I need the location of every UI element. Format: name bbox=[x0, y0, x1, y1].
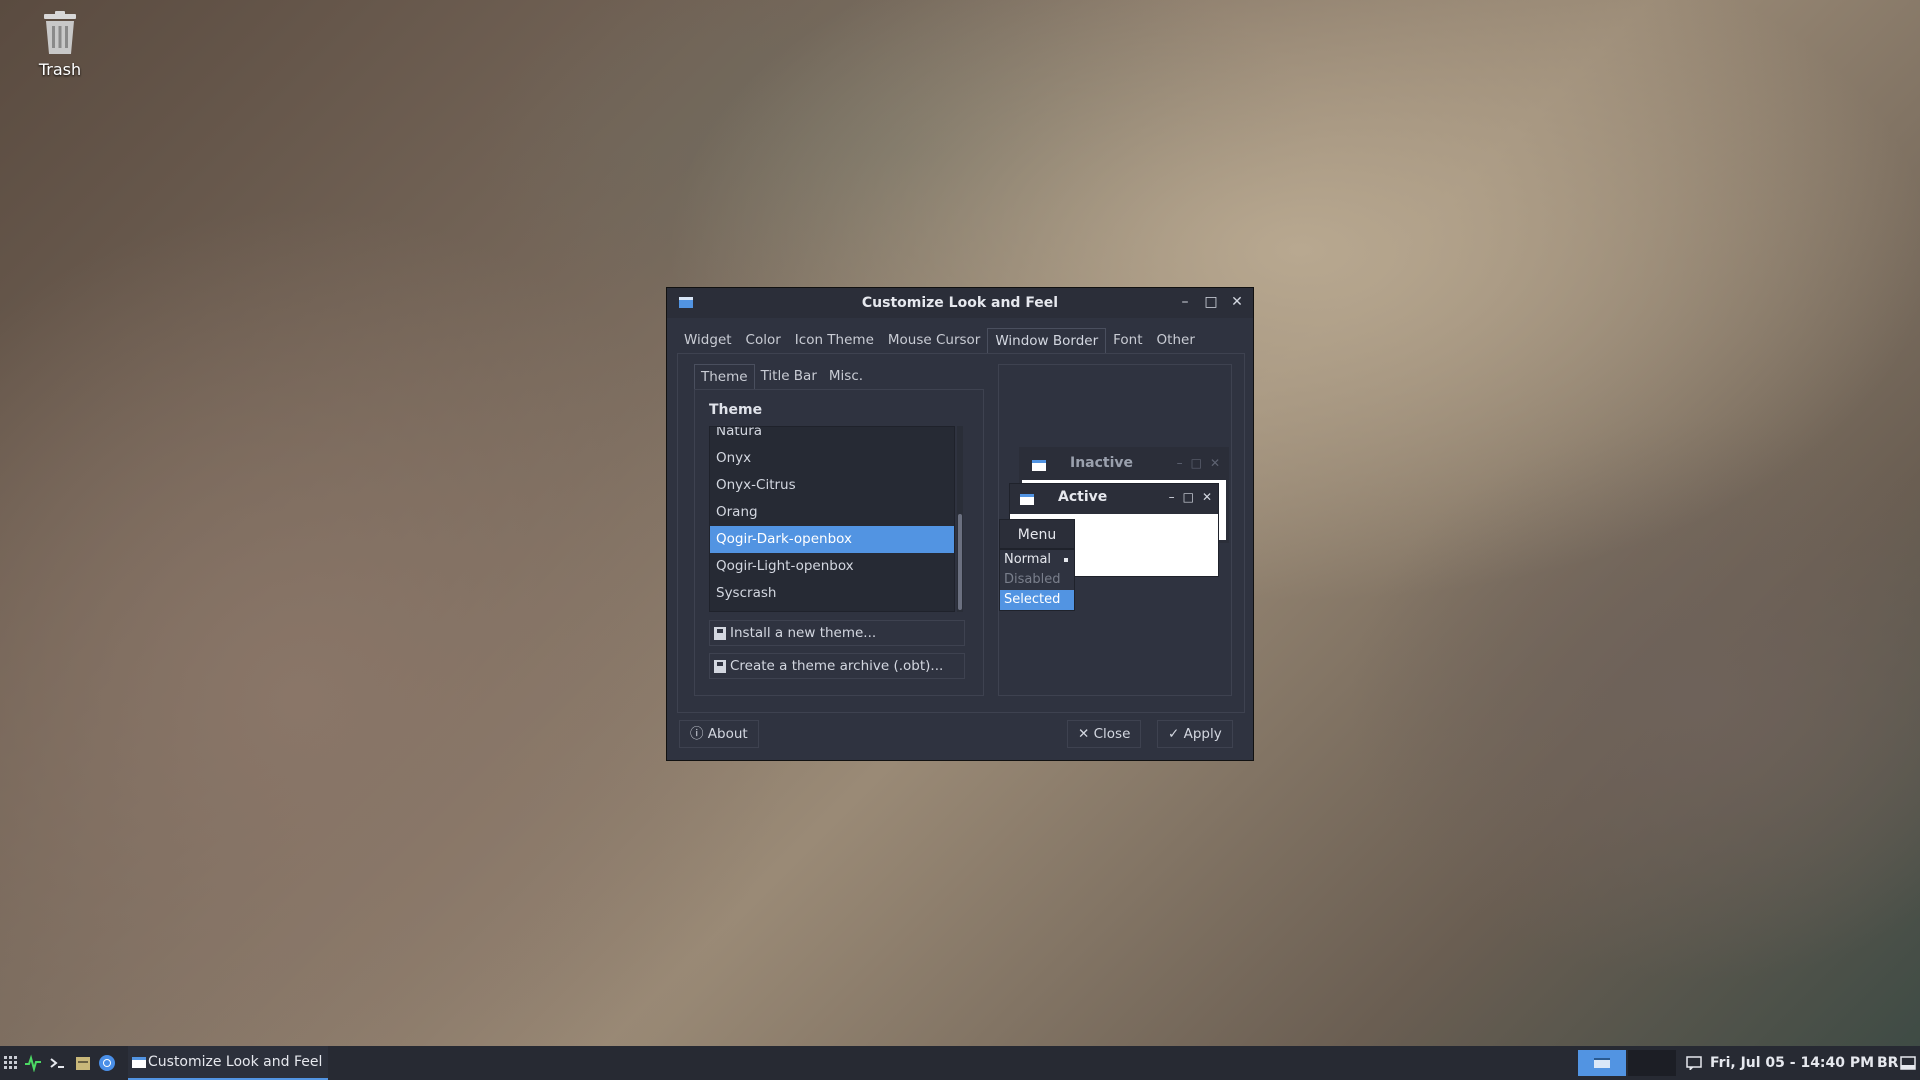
notification-icon[interactable] bbox=[1686, 1056, 1702, 1070]
info-icon: ⓘ bbox=[690, 726, 704, 742]
list-item[interactable]: Natura bbox=[710, 427, 954, 445]
theme-list-scrollbar[interactable] bbox=[957, 426, 963, 612]
tab-color[interactable]: Color bbox=[739, 328, 788, 354]
workspace-1[interactable] bbox=[1578, 1050, 1626, 1076]
about-label: About bbox=[707, 726, 748, 742]
install-theme-button[interactable]: Install a new theme... bbox=[709, 620, 965, 646]
apply-label: Apply bbox=[1183, 726, 1222, 742]
tab-font[interactable]: Font bbox=[1106, 328, 1149, 354]
taskbar-task-customize[interactable]: Customize Look and Feel bbox=[128, 1046, 328, 1080]
preview-menu-title: Menu bbox=[999, 519, 1075, 549]
install-icon bbox=[714, 626, 726, 640]
preview-active-title: Active bbox=[1058, 489, 1108, 505]
list-item-selected[interactable]: Qogir-Dark-openbox bbox=[710, 526, 954, 553]
preview-close-icon: ✕ bbox=[1209, 456, 1220, 470]
task-window-icon bbox=[132, 1057, 146, 1068]
menu-item-normal-label: Normal bbox=[1004, 552, 1052, 567]
trash-icon bbox=[44, 11, 76, 54]
window-border-panel: Theme Title Bar Misc. Theme Natura Onyx … bbox=[677, 353, 1245, 713]
tab-icon-theme[interactable]: Icon Theme bbox=[788, 328, 881, 354]
scrollbar-thumb[interactable] bbox=[958, 514, 962, 610]
preview-minimize-icon: – bbox=[1168, 490, 1175, 504]
workspace-2[interactable] bbox=[1628, 1050, 1676, 1076]
subtab-misc[interactable]: Misc. bbox=[823, 364, 869, 390]
list-item[interactable]: Onyx bbox=[710, 445, 954, 472]
tab-widget[interactable]: Widget bbox=[677, 328, 739, 354]
customize-look-and-feel-window: Customize Look and Feel – □ ✕ Widget Col… bbox=[666, 287, 1254, 761]
preview-menu-item-selected: Selected bbox=[1000, 590, 1074, 610]
app-menu-grid-icon[interactable] bbox=[2, 1054, 20, 1072]
file-manager-icon[interactable] bbox=[74, 1054, 92, 1072]
window-app-icon bbox=[679, 297, 693, 308]
theme-section-title: Theme bbox=[709, 402, 763, 418]
system-monitor-icon[interactable] bbox=[24, 1054, 42, 1072]
preview-menu-item-disabled: Disabled bbox=[1004, 572, 1061, 587]
window-title: Customize Look and Feel bbox=[861, 295, 1059, 311]
main-tabs: Widget Color Icon Theme Mouse Cursor Win… bbox=[677, 328, 1202, 354]
browser-icon[interactable] bbox=[98, 1054, 116, 1072]
create-archive-label: Create a theme archive (.obt)... bbox=[730, 658, 944, 674]
close-x-icon: ✕ bbox=[1078, 726, 1090, 742]
subtab-theme[interactable]: Theme bbox=[694, 364, 755, 390]
list-item[interactable]: Onyx-Citrus bbox=[710, 472, 954, 499]
list-item[interactable]: Syscrash bbox=[710, 580, 954, 607]
preview-window-icon bbox=[1020, 494, 1034, 505]
theme-subpanel: Theme Natura Onyx Onyx-Citrus Orang Qogi… bbox=[694, 389, 984, 696]
terminal-icon[interactable] bbox=[48, 1054, 66, 1072]
preview-maximize-icon: □ bbox=[1190, 456, 1202, 470]
preview-menu-item-normal: Normal bbox=[1000, 550, 1074, 570]
tab-other[interactable]: Other bbox=[1150, 328, 1202, 354]
maximize-button[interactable]: □ bbox=[1203, 294, 1219, 310]
create-archive-button[interactable]: Create a theme archive (.obt)... bbox=[709, 653, 965, 679]
taskbar: Customize Look and Feel Fri, Jul 05 - 14… bbox=[0, 1046, 1920, 1080]
list-item[interactable]: Orang bbox=[710, 499, 954, 526]
submenu-bullet-icon bbox=[1064, 558, 1068, 562]
close-button[interactable]: ✕ Close bbox=[1067, 720, 1142, 748]
close-label: Close bbox=[1093, 726, 1131, 742]
clock[interactable]: Fri, Jul 05 - 14:40 PM bbox=[1710, 1046, 1874, 1080]
tab-mouse-cursor[interactable]: Mouse Cursor bbox=[881, 328, 987, 354]
theme-preview: Inactive – □ ✕ Active – □ ✕ Menu Normal Disa… bbox=[998, 364, 1232, 696]
task-label: Customize Look and Feel bbox=[148, 1054, 323, 1070]
preview-close-icon: ✕ bbox=[1201, 490, 1212, 504]
workspace-window-icon bbox=[1594, 1058, 1610, 1068]
subtab-title-bar[interactable]: Title Bar bbox=[755, 364, 823, 390]
keyboard-layout[interactable]: BR bbox=[1877, 1046, 1898, 1080]
theme-list[interactable]: Natura Onyx Onyx-Citrus Orang Qogir-Dark… bbox=[709, 426, 955, 612]
sub-tabs: Theme Title Bar Misc. bbox=[694, 364, 984, 390]
close-window-button[interactable]: ✕ bbox=[1229, 294, 1245, 310]
checkmark-icon: ✓ bbox=[1168, 726, 1180, 742]
preview-window-icon bbox=[1032, 460, 1046, 471]
tab-window-border[interactable]: Window Border bbox=[987, 328, 1107, 354]
trash-desktop-icon[interactable]: Trash bbox=[22, 10, 98, 79]
window-titlebar[interactable]: Customize Look and Feel – □ ✕ bbox=[667, 288, 1253, 318]
install-theme-label: Install a new theme... bbox=[730, 625, 877, 641]
trash-label: Trash bbox=[38, 60, 82, 79]
preview-maximize-icon: □ bbox=[1182, 490, 1194, 504]
preview-inactive-title: Inactive bbox=[1070, 455, 1134, 471]
show-desktop-icon[interactable] bbox=[1900, 1056, 1916, 1070]
theme-settings-pane: Theme Title Bar Misc. Theme Natura Onyx … bbox=[694, 364, 984, 696]
save-icon bbox=[714, 659, 726, 673]
preview-minimize-icon: – bbox=[1176, 456, 1183, 470]
apply-button[interactable]: ✓ Apply bbox=[1157, 720, 1233, 748]
list-item[interactable]: Qogir-Light-openbox bbox=[710, 553, 954, 580]
about-button[interactable]: ⓘ About bbox=[679, 720, 759, 748]
minimize-button[interactable]: – bbox=[1177, 294, 1193, 310]
